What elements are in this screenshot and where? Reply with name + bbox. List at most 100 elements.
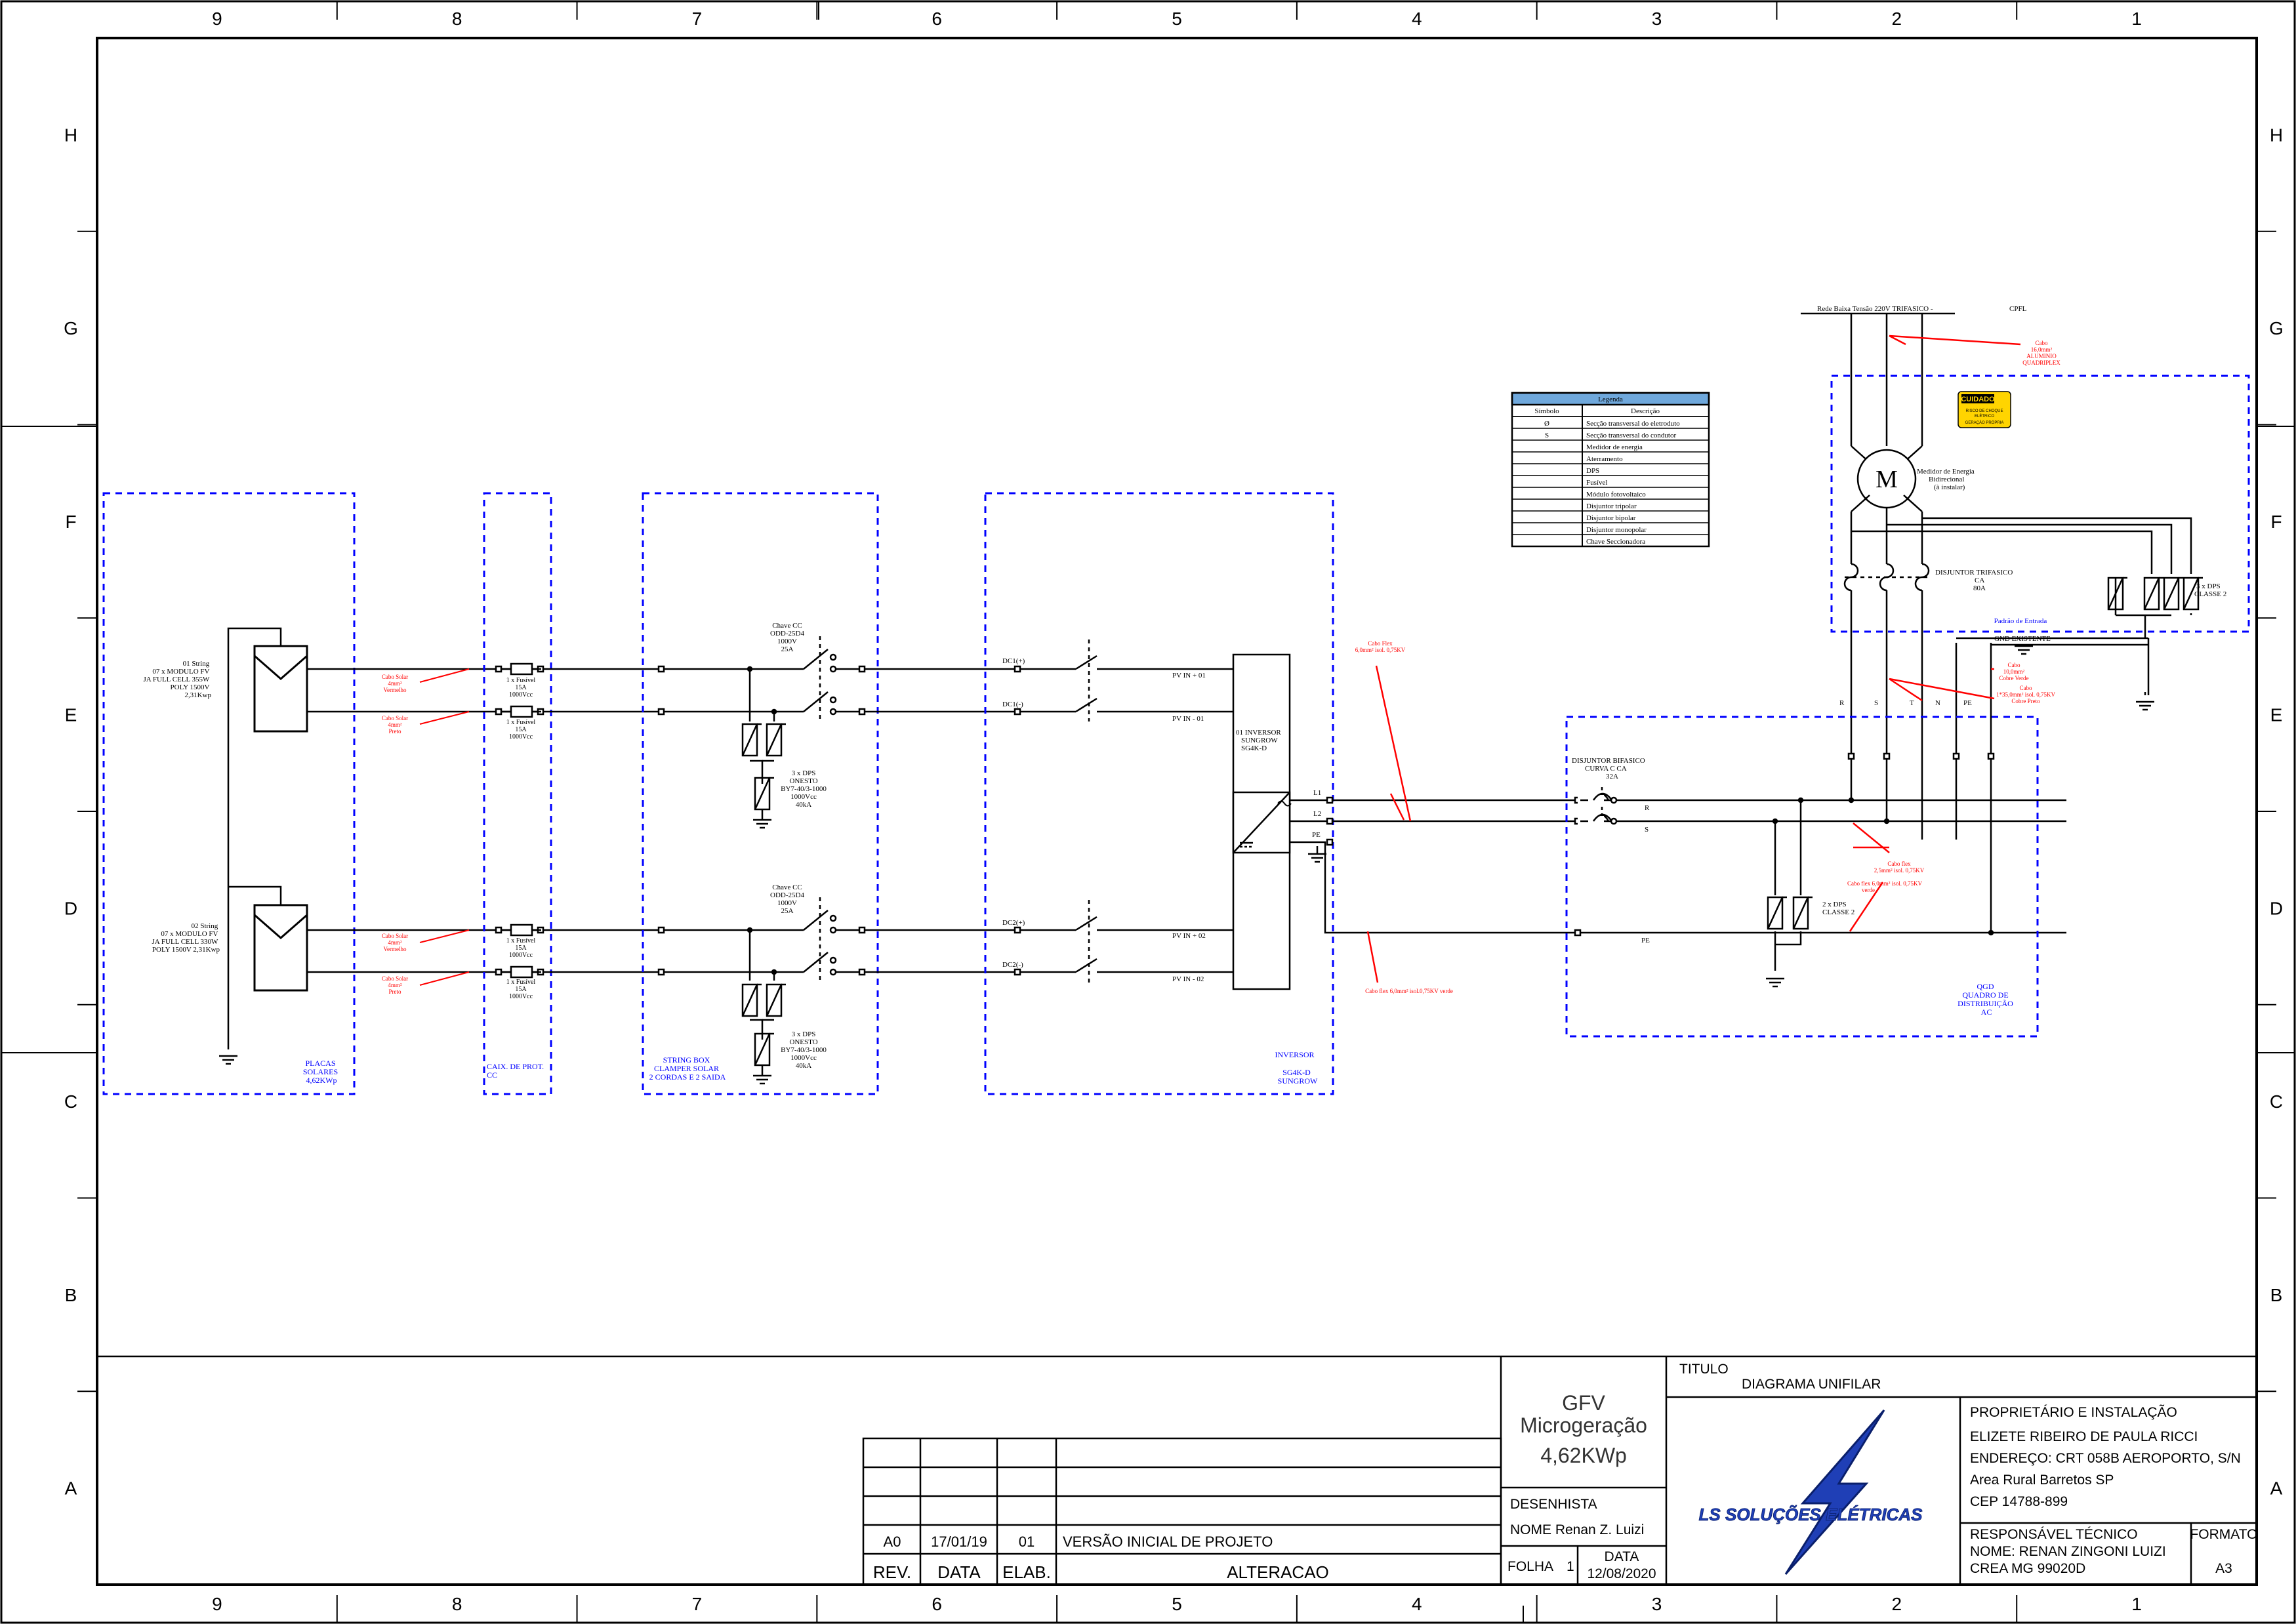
format-label: FORMATO — [2190, 1527, 2257, 1542]
svg-text:GERAÇÃO PRÓPRIA: GERAÇÃO PRÓPRIA — [1965, 420, 2004, 425]
row-ref-D-right: D — [2270, 898, 2283, 918]
fuse-icon-1 — [501, 662, 543, 676]
legend-desc-6: Módulo fotovoltaico — [1586, 491, 1646, 498]
legend-desc-1: Secção transversal do condutor — [1586, 432, 1676, 439]
dps-label-sb2: 3 x DPS ONESTO BY7-40/3-1000 1000Vcc 40kA — [781, 1030, 827, 1070]
inv-input-dc1-plus: DC1(+) — [1002, 657, 1025, 665]
ground-icon-inverter — [1307, 853, 1328, 863]
cable-note-pv1-black: Cabo Solar 4mm² Preto — [382, 715, 408, 735]
dps-label-sb1: 3 x DPS ONESTO BY7-40/3-1000 1000Vcc 40kA — [781, 769, 827, 809]
gnd-existing-label: GND EXISTENTE — [1994, 635, 2051, 643]
switch-label-1: Chave CC ODD-25D4 1000V 25A — [770, 622, 804, 653]
qgd-phase-r: R — [1645, 804, 1650, 812]
date-label: DATA — [1605, 1549, 1639, 1564]
column-ref-5-top: 5 — [1172, 9, 1182, 29]
meter-label: Medidor de Energia Bidirecional (à instala… — [1917, 468, 1975, 491]
row-ref-F-left: F — [65, 512, 76, 532]
qgd-dps-label: 2 x DPS CLASSE 2 — [1822, 901, 1855, 916]
cable-note-grid-in: Cabo 16,0mm² ALUMINIO QUADRIPLEX — [2022, 340, 2060, 366]
sheet-frame — [0, 0, 2296, 1624]
legend-desc-8: Disjuntor bipolar — [1586, 514, 1636, 522]
date-value: 12/08/2020 — [1587, 1566, 1656, 1581]
legend-col-desc: Descrição — [1631, 407, 1660, 415]
caution-sign: CUIDADO RISCO DE CHOQUE ELÉTRICO GERAÇÃO… — [1958, 391, 2011, 428]
cable-note-pv1-red: Cabo Solar 4mm² Vermelho — [382, 674, 408, 693]
title-block — [97, 1355, 2257, 1586]
drawer-name: NOME Renan Z. Luizi — [1510, 1522, 1644, 1537]
fuse-label-1: 1 x Fusível 15A 1000Vcc — [506, 677, 536, 699]
fuse-label-2: 1 x Fusível 15A 1000Vcc — [506, 719, 536, 741]
cable-note-gnd: Cabo 10,0mm² Cobre Verde — [1999, 662, 2028, 681]
legend-desc-7: Disjuntor tripolar — [1586, 502, 1637, 510]
pv-section-label: PLACAS SOLARES 4,62KWp — [303, 1059, 340, 1085]
column-ref-1-top: 1 — [2131, 9, 2142, 29]
qgd-breaker-label: DISJUNTOR BIFASICO CURVA C CA 32A — [1572, 757, 1645, 781]
cc-protection-box-label: CAIX. DE PROT. CC — [487, 1062, 546, 1080]
drawing-title: DIAGRAMA UNIFILAR — [1742, 1377, 1881, 1392]
row-ref-H-left: H — [64, 125, 77, 145]
fuse-label-4: 1 x Fusível 15A 1000Vcc — [506, 979, 536, 1000]
grid-title: Rede Baixa Tensão 220V TRIFASICO - — [1817, 305, 1933, 313]
legend-desc-3: Aterramento — [1586, 455, 1623, 463]
inverter-output-l2: L2 — [1313, 810, 1321, 818]
dps-icon-qgd-2 — [1792, 896, 1814, 930]
rev-header-elab: ELAB. — [1002, 1562, 1051, 1582]
qgd-label: QGD QUADRO DE DISTRIBUIÇÃO AC — [1958, 982, 2015, 1017]
row-ref-G-right: G — [2269, 318, 2284, 338]
qgd-section — [1565, 716, 2039, 1038]
column-ref-2-top: 2 — [1892, 9, 1902, 29]
ground-icon-existing — [2013, 645, 2034, 655]
rev-header-rev: REV. — [873, 1562, 911, 1582]
rt-name: NOME: RENAN ZINGONI LUIZI — [1970, 1544, 2166, 1559]
rev-row-rev: A0 — [884, 1533, 901, 1550]
pv-in-minus-01: PV IN - 01 — [1172, 715, 1204, 723]
legend-desc-4: DPS — [1586, 467, 1599, 475]
column-ref-7-top: 7 — [692, 9, 703, 29]
inverter-output-l1: L1 — [1313, 789, 1321, 797]
column-ref-1-bottom: 1 — [2131, 1594, 2142, 1614]
phase-t: T — [1910, 699, 1914, 707]
qgd-phase-s: S — [1645, 826, 1649, 834]
rev-row-elab: 01 — [1019, 1533, 1035, 1550]
inverter-output-pe: PE — [1312, 831, 1321, 839]
row-ref-A-right: A — [2270, 1478, 2283, 1499]
column-ref-7-bottom: 7 — [692, 1594, 703, 1614]
electrical-diagram-sheet: 9 9 8 8 7 7 6 6 5 5 4 4 3 3 2 2 1 1 H H G G F F E E D D C C B B A A 01 S… — [0, 0, 2296, 1624]
grid-dps-label: 3 x DPS CLASSE 2 — [2194, 582, 2226, 598]
rev-row-alteracao: VERSÃO INICIAL DE PROJETO — [1063, 1533, 1273, 1550]
owner-area: Area Rural Barretos SP — [1970, 1472, 2114, 1488]
column-ref-6-top: 6 — [932, 9, 942, 29]
dps-icon-sb2-a — [741, 983, 763, 1017]
sheet-number: 1 — [1567, 1559, 1574, 1574]
owner-cep: CEP 14788-899 — [1970, 1494, 2068, 1509]
string2-label: 02 String 07 x MODULO FV JA FULL CELL 33… — [152, 922, 220, 954]
project-name-line1: GFV — [1562, 1391, 1605, 1415]
row-ref-H-right: H — [2270, 125, 2283, 145]
svg-text:RISCO DE CHOQUE: RISCO DE CHOQUE — [1965, 409, 2003, 413]
inv-input-dc2-plus: DC2(+) — [1002, 919, 1025, 927]
string-box-label: STRING BOX CLAMPER SOLAR 2 CORDAS E 2 SA… — [649, 1055, 726, 1082]
svg-text:LS SOLUÇÕES ELÉTRICAS: LS SOLUÇÕES ELÉTRICAS — [1699, 1505, 1923, 1524]
switch-label-2: Chave CC ODD-25D4 1000V 25A — [770, 883, 804, 915]
column-ref-6-bottom: 6 — [932, 1594, 942, 1614]
row-ref-C-left: C — [64, 1091, 77, 1112]
string-box-section — [642, 492, 1010, 1095]
legend-title: Legenda — [1598, 396, 1623, 403]
drawer-label: DESENHISTA — [1510, 1497, 1597, 1512]
phase-s: S — [1874, 699, 1878, 707]
dps-icon-sb2-b — [766, 983, 787, 1017]
legend-desc-0: Secção transversal do eletroduto — [1586, 420, 1680, 428]
meter-symbol: M — [1876, 466, 1898, 493]
legend-table: Ø Secção transversal do eletroduto S Secção… — [1511, 392, 1710, 548]
owner-label: PROPRIETÁRIO E INSTALAÇÃO — [1970, 1404, 2177, 1420]
fuse-icon-4 — [501, 965, 543, 979]
cable-note-pv2-black: Cabo Solar 4mm² Preto — [382, 975, 408, 995]
dps-icon-sb2-c — [754, 1032, 775, 1066]
row-ref-E-left: E — [65, 705, 77, 725]
dps-icon-qgd-1 — [1767, 896, 1788, 930]
dps-icon-sb1-c — [754, 777, 775, 811]
grid-breaker-label: DISJUNTOR TRIFASICO CA 80A — [1935, 569, 2013, 592]
legend-col-symbol: Símbolo — [1534, 407, 1559, 415]
svg-text:ELÉTRICO: ELÉTRICO — [1975, 414, 1994, 418]
cable-note-qgd-green: Cabo flex 6,0mm² isol. 0,75KV verde — [1847, 880, 1922, 893]
